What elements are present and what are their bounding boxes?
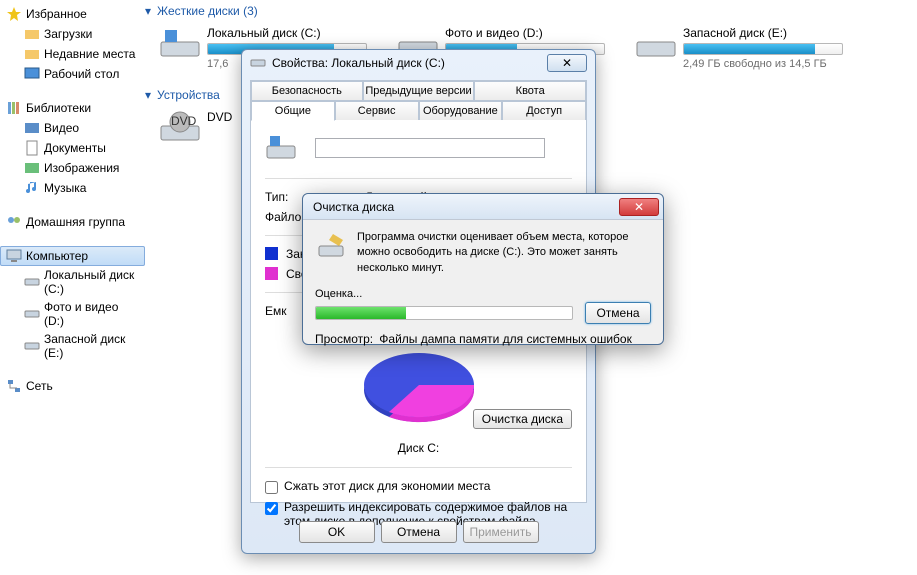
progress-bar <box>315 306 573 320</box>
sidebar-item-drive-d[interactable]: Фото и видео (D:) <box>18 298 145 330</box>
sidebar-libraries[interactable]: Библиотеки <box>0 98 145 118</box>
section-hdd[interactable]: ▾ Жесткие диски (3) <box>145 0 917 22</box>
drive-icon <box>250 55 266 71</box>
used-color-icon <box>265 247 278 260</box>
chevron-down-icon: ▾ <box>145 88 151 102</box>
sidebar-item-downloads[interactable]: Загрузки <box>18 24 145 44</box>
star-icon <box>6 6 22 22</box>
cancel-button[interactable]: Отмена <box>585 302 651 324</box>
navigation-pane: Избранное Загрузки Недавние места Рабочи… <box>0 0 145 575</box>
tab-sharing[interactable]: Доступ <box>502 101 586 120</box>
compress-checkbox[interactable] <box>265 481 278 494</box>
folder-icon <box>24 26 40 42</box>
tab-quota[interactable]: Квота <box>474 81 586 100</box>
drive-icon <box>635 26 677 62</box>
music-icon <box>24 180 40 196</box>
cancel-button[interactable]: Отмена <box>381 521 457 543</box>
homegroup-icon <box>6 214 22 230</box>
sidebar-item-drive-c[interactable]: Локальный диск (C:) <box>18 266 145 298</box>
sidebar-label: Избранное <box>26 7 87 21</box>
sidebar-homegroup[interactable]: Домашняя группа <box>0 212 145 232</box>
sidebar-computer[interactable]: Компьютер <box>0 246 145 266</box>
sidebar-network[interactable]: Сеть <box>0 376 145 396</box>
sidebar-item-video[interactable]: Видео <box>18 118 145 138</box>
close-icon: ✕ <box>634 200 644 214</box>
close-icon: ✕ <box>562 56 572 70</box>
apply-button[interactable]: Применить <box>463 521 539 543</box>
close-button[interactable]: ✕ <box>547 54 587 72</box>
computer-icon <box>6 248 22 264</box>
titlebar[interactable]: Свойства: Локальный диск (C:) ✕ <box>242 50 595 76</box>
drive-item-e[interactable]: Запасной диск (E:) 2,49 ГБ свободно из 1… <box>635 26 843 70</box>
disk-cleanup-dialog: Очистка диска ✕ Программа очистки оценив… <box>302 193 664 345</box>
sidebar-item-music[interactable]: Музыка <box>18 178 145 198</box>
cleanup-icon <box>315 230 347 262</box>
desktop-icon <box>24 66 40 82</box>
sidebar-favorites[interactable]: Избранное <box>0 4 145 24</box>
video-icon <box>24 120 40 136</box>
sidebar-item-desktop[interactable]: Рабочий стол <box>18 64 145 84</box>
close-button[interactable]: ✕ <box>619 198 659 216</box>
tab-hardware[interactable]: Оборудование <box>419 101 503 120</box>
folder-icon <box>24 46 40 62</box>
disk-cleanup-button[interactable]: Очистка диска <box>473 409 572 429</box>
capacity-bar <box>683 43 843 55</box>
svg-text:DVD: DVD <box>171 114 197 128</box>
free-color-icon <box>265 267 278 280</box>
drive-name-input[interactable] <box>315 138 545 158</box>
sidebar-item-documents[interactable]: Документы <box>18 138 145 158</box>
tab-tools[interactable]: Сервис <box>335 101 419 120</box>
drive-icon <box>24 274 40 290</box>
drive-icon <box>159 26 201 62</box>
sidebar-item-recent[interactable]: Недавние места <box>18 44 145 64</box>
picture-icon <box>24 160 40 176</box>
titlebar[interactable]: Очистка диска ✕ <box>303 194 663 220</box>
dvd-icon: DVD <box>159 110 201 146</box>
tab-previous-versions[interactable]: Предыдущие версии <box>363 81 475 100</box>
sidebar-item-pictures[interactable]: Изображения <box>18 158 145 178</box>
drive-icon <box>24 306 40 322</box>
ok-button[interactable]: OK <box>299 521 375 543</box>
tab-security[interactable]: Безопасность <box>251 81 363 100</box>
library-icon <box>6 100 22 116</box>
drive-icon <box>265 132 297 164</box>
chevron-down-icon: ▾ <box>145 4 151 18</box>
drive-icon <box>24 338 40 354</box>
document-icon <box>24 140 40 156</box>
tab-general[interactable]: Общие <box>251 101 335 121</box>
sidebar-item-drive-e[interactable]: Запасной диск (E:) <box>18 330 145 362</box>
index-checkbox[interactable] <box>265 502 278 515</box>
network-icon <box>6 378 22 394</box>
